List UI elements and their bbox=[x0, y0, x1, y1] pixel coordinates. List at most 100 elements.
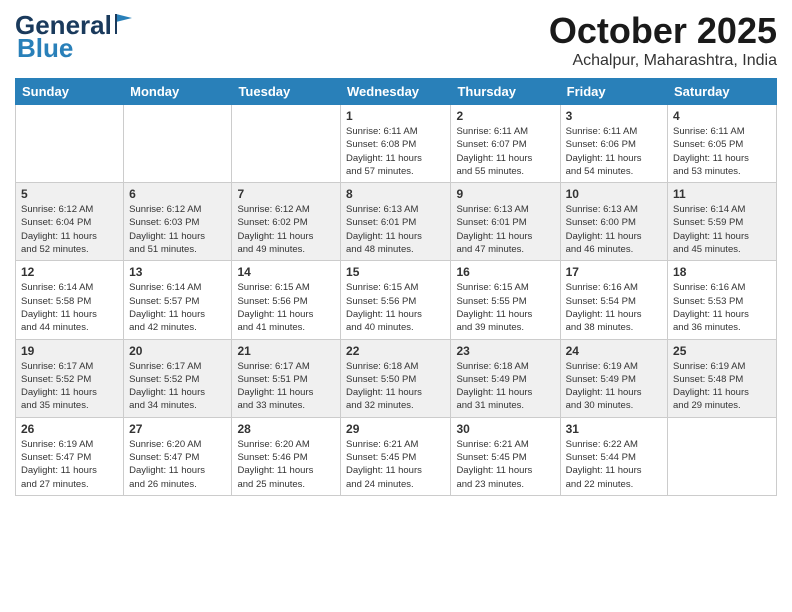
day-number: 22 bbox=[346, 344, 445, 358]
day-info: Sunrise: 6:15 AM Sunset: 5:56 PM Dayligh… bbox=[346, 281, 445, 334]
calendar-week-5: 26Sunrise: 6:19 AM Sunset: 5:47 PM Dayli… bbox=[16, 417, 777, 495]
calendar-cell bbox=[124, 105, 232, 183]
day-info: Sunrise: 6:19 AM Sunset: 5:49 PM Dayligh… bbox=[566, 360, 662, 413]
calendar-cell: 19 Sunrise: 6:17 AM Sunset: 5:52 PM Dayli… bbox=[16, 339, 124, 417]
day-info: Sunrise: 6:17 AM Sunset: 5:52 PM Dayligh… bbox=[21, 360, 118, 413]
day-number: 19 bbox=[21, 344, 118, 358]
calendar-cell: 27 Sunrise: 6:20 AM Sunset: 5:47 PM Dayli… bbox=[124, 417, 232, 495]
calendar-cell bbox=[16, 105, 124, 183]
day-number: 23 bbox=[456, 344, 554, 358]
calendar-cell: 22Sunrise: 6:18 AM Sunset: 5:50 PM Dayli… bbox=[341, 339, 451, 417]
day-info: Sunrise: 6:16 AM Sunset: 5:54 PM Dayligh… bbox=[566, 281, 662, 334]
page-container: General Blue October 2025 Achalpur, Maha… bbox=[0, 0, 792, 506]
calendar-cell: 29 Sunrise: 6:21 AM Sunset: 5:45 PM Dayli… bbox=[341, 417, 451, 495]
calendar-cell: 16 Sunrise: 6:15 AM Sunset: 5:55 PM Dayli… bbox=[451, 261, 560, 339]
calendar-header-monday: Monday bbox=[124, 79, 232, 105]
calendar-cell: 23 Sunrise: 6:18 AM Sunset: 5:49 PM Dayli… bbox=[451, 339, 560, 417]
day-number: 27 bbox=[129, 422, 226, 436]
day-info: Sunrise: 6:16 AM Sunset: 5:53 PM Dayligh… bbox=[673, 281, 771, 334]
day-number: 21 bbox=[237, 344, 335, 358]
day-info: Sunrise: 6:21 AM Sunset: 5:45 PM Dayligh… bbox=[456, 438, 554, 491]
day-info: Sunrise: 6:22 AM Sunset: 5:44 PM Dayligh… bbox=[566, 438, 662, 491]
day-info: Sunrise: 6:11 AM Sunset: 6:06 PM Dayligh… bbox=[566, 125, 662, 178]
day-number: 4 bbox=[673, 109, 771, 123]
title-block: October 2025 Achalpur, Maharashtra, Indi… bbox=[549, 10, 777, 70]
calendar-table: SundayMondayTuesdayWednesdayThursdayFrid… bbox=[15, 78, 777, 496]
calendar-cell: 26Sunrise: 6:19 AM Sunset: 5:47 PM Dayli… bbox=[16, 417, 124, 495]
calendar-header-thursday: Thursday bbox=[451, 79, 560, 105]
calendar-cell: 14Sunrise: 6:15 AM Sunset: 5:56 PM Dayli… bbox=[232, 261, 341, 339]
day-number: 8 bbox=[346, 187, 445, 201]
calendar-cell: 9 Sunrise: 6:13 AM Sunset: 6:01 PM Daylig… bbox=[451, 183, 560, 261]
day-number: 1 bbox=[346, 109, 445, 123]
day-number: 17 bbox=[566, 265, 662, 279]
calendar-week-4: 19 Sunrise: 6:17 AM Sunset: 5:52 PM Dayli… bbox=[16, 339, 777, 417]
day-number: 24 bbox=[566, 344, 662, 358]
day-number: 28 bbox=[237, 422, 335, 436]
day-number: 31 bbox=[566, 422, 662, 436]
day-number: 16 bbox=[456, 265, 554, 279]
calendar-cell: 3 Sunrise: 6:11 AM Sunset: 6:06 PM Daylig… bbox=[560, 105, 667, 183]
calendar-body: 1Sunrise: 6:11 AM Sunset: 6:08 PM Daylig… bbox=[16, 105, 777, 496]
calendar-cell: 30 Sunrise: 6:21 AM Sunset: 5:45 PM Dayli… bbox=[451, 417, 560, 495]
calendar-header-tuesday: Tuesday bbox=[232, 79, 341, 105]
day-info: Sunrise: 6:15 AM Sunset: 5:55 PM Dayligh… bbox=[456, 281, 554, 334]
day-info: Sunrise: 6:21 AM Sunset: 5:45 PM Dayligh… bbox=[346, 438, 445, 491]
calendar-cell: 20 Sunrise: 6:17 AM Sunset: 5:52 PM Dayli… bbox=[124, 339, 232, 417]
calendar-cell: 21Sunrise: 6:17 AM Sunset: 5:51 PM Dayli… bbox=[232, 339, 341, 417]
calendar-cell: 15 Sunrise: 6:15 AM Sunset: 5:56 PM Dayli… bbox=[341, 261, 451, 339]
calendar-cell: 24 Sunrise: 6:19 AM Sunset: 5:49 PM Dayli… bbox=[560, 339, 667, 417]
day-number: 20 bbox=[129, 344, 226, 358]
day-info: Sunrise: 6:14 AM Sunset: 5:57 PM Dayligh… bbox=[129, 281, 226, 334]
calendar-cell bbox=[232, 105, 341, 183]
day-info: Sunrise: 6:14 AM Sunset: 5:58 PM Dayligh… bbox=[21, 281, 118, 334]
day-info: Sunrise: 6:19 AM Sunset: 5:48 PM Dayligh… bbox=[673, 360, 771, 413]
calendar-header-friday: Friday bbox=[560, 79, 667, 105]
day-number: 15 bbox=[346, 265, 445, 279]
logo-flag-icon bbox=[114, 12, 134, 36]
calendar-cell: 28 Sunrise: 6:20 AM Sunset: 5:46 PM Dayli… bbox=[232, 417, 341, 495]
day-number: 29 bbox=[346, 422, 445, 436]
calendar-cell: 5Sunrise: 6:12 AM Sunset: 6:04 PM Daylig… bbox=[16, 183, 124, 261]
day-info: Sunrise: 6:13 AM Sunset: 6:00 PM Dayligh… bbox=[566, 203, 662, 256]
calendar-cell: 2Sunrise: 6:11 AM Sunset: 6:07 PM Daylig… bbox=[451, 105, 560, 183]
calendar-cell: 1Sunrise: 6:11 AM Sunset: 6:08 PM Daylig… bbox=[341, 105, 451, 183]
day-number: 6 bbox=[129, 187, 226, 201]
calendar-cell: 25 Sunrise: 6:19 AM Sunset: 5:48 PM Dayli… bbox=[668, 339, 777, 417]
day-info: Sunrise: 6:12 AM Sunset: 6:03 PM Dayligh… bbox=[129, 203, 226, 256]
calendar-header-row: SundayMondayTuesdayWednesdayThursdayFrid… bbox=[16, 79, 777, 105]
calendar-cell: 8 Sunrise: 6:13 AM Sunset: 6:01 PM Daylig… bbox=[341, 183, 451, 261]
day-info: Sunrise: 6:13 AM Sunset: 6:01 PM Dayligh… bbox=[456, 203, 554, 256]
day-number: 3 bbox=[566, 109, 662, 123]
day-info: Sunrise: 6:17 AM Sunset: 5:52 PM Dayligh… bbox=[129, 360, 226, 413]
month-title: October 2025 bbox=[549, 10, 777, 52]
day-number: 9 bbox=[456, 187, 554, 201]
calendar-cell: 6 Sunrise: 6:12 AM Sunset: 6:03 PM Daylig… bbox=[124, 183, 232, 261]
calendar-header-sunday: Sunday bbox=[16, 79, 124, 105]
day-number: 10 bbox=[566, 187, 662, 201]
day-number: 30 bbox=[456, 422, 554, 436]
location-subtitle: Achalpur, Maharashtra, India bbox=[549, 52, 777, 70]
day-info: Sunrise: 6:12 AM Sunset: 6:02 PM Dayligh… bbox=[237, 203, 335, 256]
day-number: 13 bbox=[129, 265, 226, 279]
calendar-cell: 4Sunrise: 6:11 AM Sunset: 6:05 PM Daylig… bbox=[668, 105, 777, 183]
calendar-cell: 10 Sunrise: 6:13 AM Sunset: 6:00 PM Dayli… bbox=[560, 183, 667, 261]
calendar-cell: 12 Sunrise: 6:14 AM Sunset: 5:58 PM Dayli… bbox=[16, 261, 124, 339]
calendar-week-1: 1Sunrise: 6:11 AM Sunset: 6:08 PM Daylig… bbox=[16, 105, 777, 183]
day-info: Sunrise: 6:19 AM Sunset: 5:47 PM Dayligh… bbox=[21, 438, 118, 491]
calendar-cell: 17 Sunrise: 6:16 AM Sunset: 5:54 PM Dayli… bbox=[560, 261, 667, 339]
calendar-cell bbox=[668, 417, 777, 495]
day-info: Sunrise: 6:18 AM Sunset: 5:49 PM Dayligh… bbox=[456, 360, 554, 413]
day-number: 5 bbox=[21, 187, 118, 201]
logo: General Blue bbox=[15, 10, 134, 64]
calendar-cell: 7Sunrise: 6:12 AM Sunset: 6:02 PM Daylig… bbox=[232, 183, 341, 261]
calendar-cell: 31 Sunrise: 6:22 AM Sunset: 5:44 PM Dayli… bbox=[560, 417, 667, 495]
day-info: Sunrise: 6:13 AM Sunset: 6:01 PM Dayligh… bbox=[346, 203, 445, 256]
day-info: Sunrise: 6:20 AM Sunset: 5:47 PM Dayligh… bbox=[129, 438, 226, 491]
day-number: 25 bbox=[673, 344, 771, 358]
day-info: Sunrise: 6:20 AM Sunset: 5:46 PM Dayligh… bbox=[237, 438, 335, 491]
day-number: 12 bbox=[21, 265, 118, 279]
calendar-cell: 13 Sunrise: 6:14 AM Sunset: 5:57 PM Dayli… bbox=[124, 261, 232, 339]
day-info: Sunrise: 6:11 AM Sunset: 6:07 PM Dayligh… bbox=[456, 125, 554, 178]
day-info: Sunrise: 6:15 AM Sunset: 5:56 PM Dayligh… bbox=[237, 281, 335, 334]
